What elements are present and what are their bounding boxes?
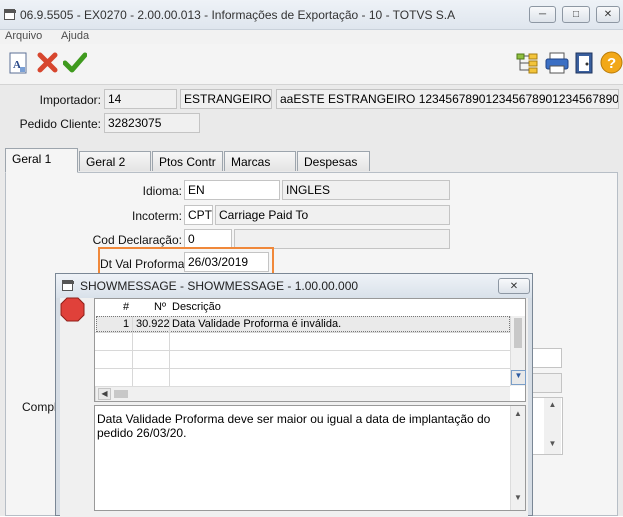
row-code: 30.922 xyxy=(136,318,170,330)
scroll-left-icon[interactable]: ◀ xyxy=(98,388,111,400)
importador-type-field[interactable]: ESTRANGEIRO xyxy=(180,89,272,109)
cancel-x-icon[interactable] xyxy=(37,52,58,73)
grid-header-description: Descrição xyxy=(172,301,221,313)
grid-line xyxy=(132,316,133,386)
tab-marcas[interactable]: Marcas xyxy=(224,151,296,171)
grid-line xyxy=(95,368,510,369)
incoterm-code-field[interactable]: CPT xyxy=(184,205,213,225)
grid-horizontal-scrollbar[interactable]: ◀ xyxy=(95,386,510,401)
dt-val-proforma-field[interactable]: 26/03/2019 xyxy=(184,252,269,272)
cod-declaracao-desc-field[interactable] xyxy=(234,229,450,249)
grid-line xyxy=(95,332,510,333)
menu-bar xyxy=(0,30,623,44)
dialog-minimize-icon[interactable]: ✕ xyxy=(498,278,530,294)
message-scrollbar[interactable]: ▲ ▼ xyxy=(510,406,525,510)
svg-text:A: A xyxy=(13,59,21,71)
print-icon[interactable] xyxy=(545,52,569,74)
grid-line xyxy=(169,316,170,386)
message-text: Data Validade Proforma deve ser maior ou… xyxy=(97,412,491,440)
importador-label: Importador: xyxy=(39,93,101,107)
grid-vertical-scrollbar[interactable]: ▼ xyxy=(510,316,526,386)
hidden-field-2[interactable] xyxy=(530,373,562,393)
dialog-app-icon xyxy=(62,280,74,291)
stop-icon xyxy=(60,297,85,322)
grid-header-number: Nº xyxy=(154,301,166,313)
idioma-desc-field[interactable]: INGLES xyxy=(282,180,450,200)
importador-name-field[interactable]: aaESTE ESTRANGEIRO 123456789012345678901… xyxy=(276,89,619,109)
exit-door-icon[interactable] xyxy=(574,52,594,74)
app-icon xyxy=(4,9,16,20)
minimize-icon[interactable]: ─ xyxy=(529,6,556,23)
dialog-title: SHOWMESSAGE - SHOWMESSAGE - 1.00.00.000 xyxy=(80,279,359,293)
menu-arquivo[interactable]: Arquivo xyxy=(5,30,42,42)
scroll-down-icon[interactable]: ▼ xyxy=(511,370,526,385)
help-icon[interactable]: ? xyxy=(600,51,623,74)
idioma-label: Idioma: xyxy=(142,184,182,198)
document-icon[interactable]: A xyxy=(9,52,27,74)
cod-declaracao-label: Cod Declaração: xyxy=(92,233,182,247)
incoterm-desc-field[interactable]: Carriage Paid To xyxy=(215,205,450,225)
dt-val-proforma-label: Dt Val Proforma: xyxy=(100,257,188,271)
idioma-code-field[interactable]: EN xyxy=(184,180,280,200)
tab-ptos-contr[interactable]: Ptos Contr xyxy=(152,151,223,171)
complemento-scrollbar[interactable]: ▲ ▼ xyxy=(544,398,561,454)
tab-despesas[interactable]: Despesas xyxy=(297,151,370,171)
menu-ajuda[interactable]: Ajuda xyxy=(61,30,89,42)
svg-text:?: ? xyxy=(607,55,616,72)
confirm-check-icon[interactable] xyxy=(62,52,88,73)
window-title: 06.9.5505 - EX0270 - 2.00.00.013 - Infor… xyxy=(20,8,456,22)
tab-geral-1[interactable]: Geral 1 xyxy=(5,148,78,173)
row-description: Data Validade Proforma é inválida. xyxy=(172,318,342,330)
importador-code-field[interactable]: 14 xyxy=(104,89,177,109)
tree-icon[interactable] xyxy=(516,52,538,74)
pedido-cliente-field[interactable]: 32823075 xyxy=(104,113,200,133)
maximize-icon[interactable]: □ xyxy=(562,6,590,23)
close-icon[interactable]: ✕ xyxy=(596,6,620,23)
grid-header-index: # xyxy=(123,301,130,313)
pedido-cliente-label: Pedido Cliente: xyxy=(19,117,101,131)
tab-geral-2[interactable]: Geral 2 xyxy=(79,151,151,171)
row-index: 1 xyxy=(123,318,130,330)
hidden-field-1[interactable] xyxy=(530,348,562,368)
incoterm-label: Incoterm: xyxy=(131,209,182,223)
grid-line xyxy=(95,350,510,351)
cod-declaracao-field[interactable]: 0 xyxy=(184,229,232,249)
